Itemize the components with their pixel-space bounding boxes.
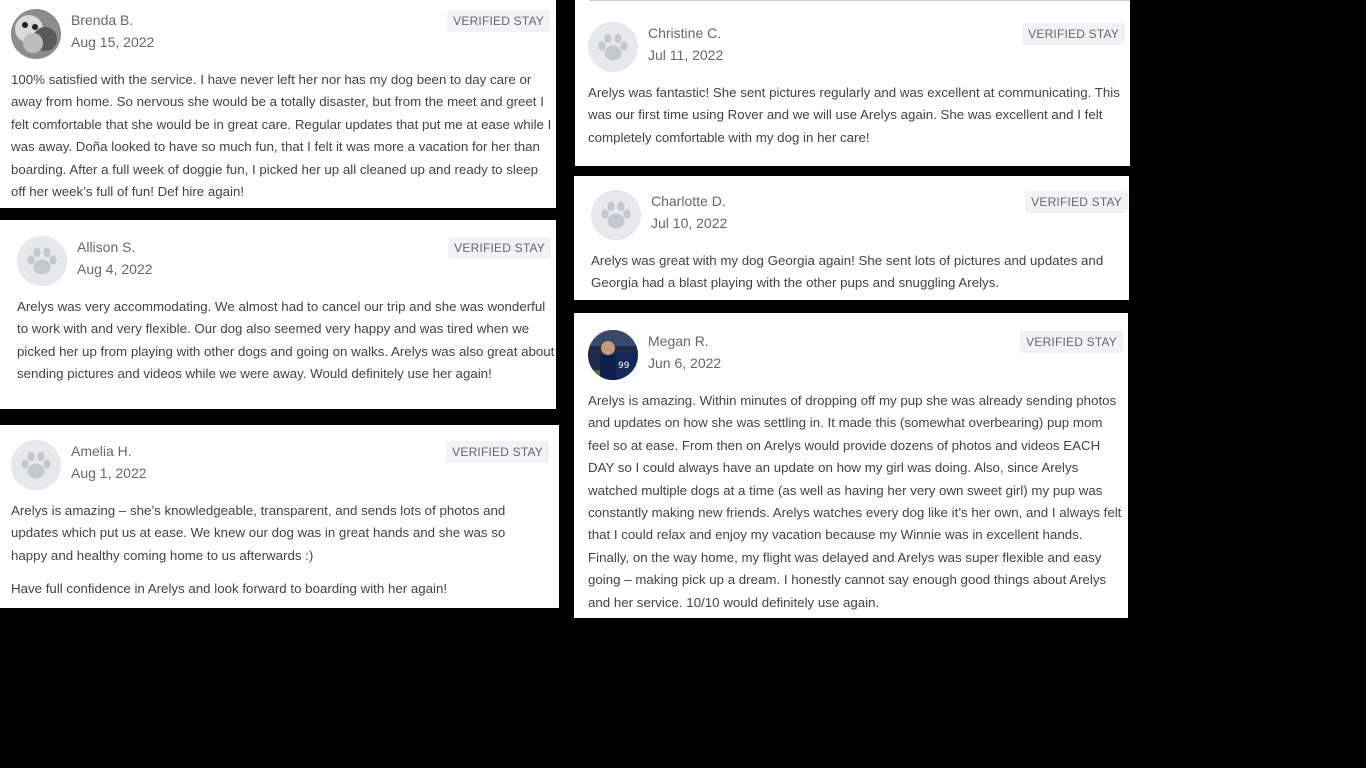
reviewer-name: Megan R. [648,333,709,349]
dog-photo-icon [11,9,61,59]
review-header: Amelia H. Aug 1, 2022 VERIFIED STAY [11,440,549,492]
card-divider [589,0,1130,1]
reviewer-avatar: 99 [588,330,638,380]
review-date: Jul 11, 2022 [648,47,724,63]
review-paragraph: Arelys is amazing. Within minutes of dro… [588,393,1122,610]
verified-stay-badge: VERIFIED STAY [1022,23,1125,45]
reviewer-name: Christine C. [648,25,722,41]
review-card: Amelia H. Aug 1, 2022 VERIFIED STAY Arel… [0,425,559,608]
review-paragraph: Arelys is amazing – she’s knowledgeable,… [11,503,506,563]
review-text: Arelys is amazing – she’s knowledgeable,… [11,500,545,601]
review-header: Christine C. Jul 11, 2022 VERIFIED STAY [588,22,1125,74]
review-text: Arelys is amazing. Within minutes of dro… [588,390,1127,614]
review-paragraph: Have full confidence in Arelys and look … [11,581,448,597]
review-header: 99 Megan R. Jun 6, 2022 VERIFIED STAY [588,330,1123,382]
review-card: Brenda B. Aug 15, 2022 VERIFIED STAY 100… [0,0,556,208]
review-date: Jul 10, 2022 [651,215,728,231]
paw-icon [11,440,61,490]
review-date: Jun 6, 2022 [648,355,722,371]
reviewer-avatar [11,9,61,59]
review-paragraph: Arelys was fantastic! She sent pictures … [588,85,1120,145]
review-card: Allison S. Aug 4, 2022 VERIFIED STAY Are… [0,220,556,409]
reviewer-name: Allison S. [77,239,136,255]
reviewer-avatar [11,440,61,490]
review-header: Brenda B. Aug 15, 2022 VERIFIED STAY [11,9,550,61]
reviewer-name: Brenda B. [71,12,134,28]
review-text: 100% satisfied with the service. I have … [11,69,552,203]
review-paragraph: Arelys was very accommodating. We almost… [17,299,555,382]
reviewer-avatar [588,22,638,72]
review-card: Charlotte D. Jul 10, 2022 VERIFIED STAY … [574,176,1129,300]
person-photo-icon: 99 [588,330,638,380]
reviewer-name: Amelia H. [71,443,132,459]
paw-icon [17,236,67,286]
paw-icon [591,190,641,240]
review-date: Aug 4, 2022 [77,261,153,277]
paw-icon [588,22,638,72]
verified-stay-badge: VERIFIED STAY [446,441,549,463]
reviewer-name: Charlotte D. [651,193,726,209]
reviewer-avatar [17,236,67,286]
review-text: Arelys was very accommodating. We almost… [17,296,556,386]
review-paragraph: Arelys was great with my dog Georgia aga… [591,253,1104,291]
review-header: Charlotte D. Jul 10, 2022 VERIFIED STAY [591,190,1128,242]
review-text: Arelys was fantastic! She sent pictures … [588,82,1126,149]
review-header: Allison S. Aug 4, 2022 VERIFIED STAY [17,236,551,288]
review-card: 99 Megan R. Jun 6, 2022 VERIFIED STAY Ar… [574,313,1128,618]
verified-stay-badge: VERIFIED STAY [1020,331,1123,353]
review-date: Aug 15, 2022 [71,34,155,50]
review-card: Christine C. Jul 11, 2022 VERIFIED STAY … [575,0,1130,166]
review-text: Arelys was great with my dog Georgia aga… [591,250,1125,295]
reviewer-avatar [591,190,641,240]
svg-text:99: 99 [618,361,630,371]
review-paragraph: 100% satisfied with the service. I have … [11,72,552,200]
review-date: Aug 1, 2022 [71,465,147,481]
verified-stay-badge: VERIFIED STAY [448,237,551,259]
verified-stay-badge: VERIFIED STAY [447,10,550,32]
verified-stay-badge: VERIFIED STAY [1025,191,1128,213]
